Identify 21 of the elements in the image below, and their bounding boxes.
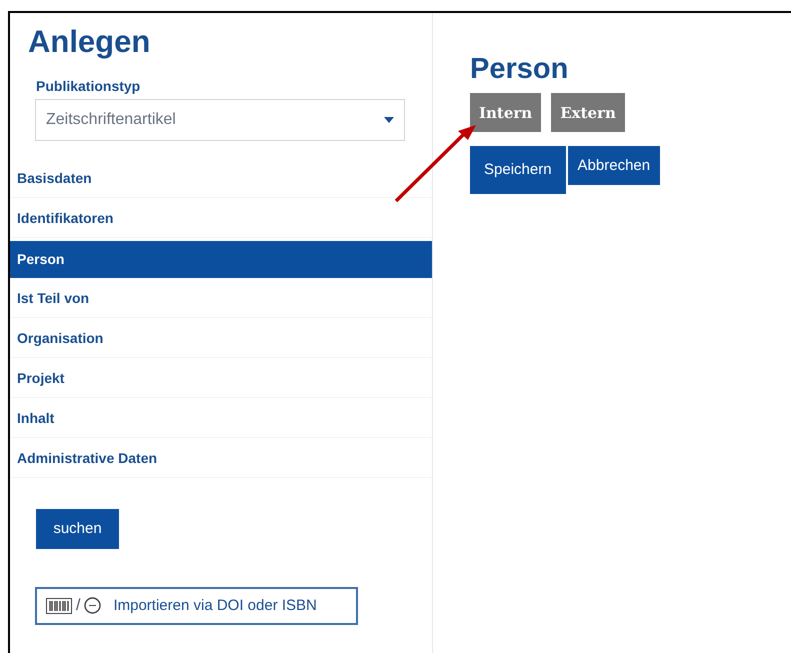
sidebar-item[interactable]: Inhalt [10,400,432,438]
search-button[interactable]: suchen [36,508,119,549]
publication-type-dropdown[interactable]: Zeitschriftenartikel [35,98,405,141]
section-title: Person [470,52,570,87]
sidebar-item[interactable]: Ist Teil von [10,280,432,318]
cancel-button[interactable]: Abbrechen [568,146,660,186]
sidebar-item[interactable]: Administrative Daten [10,440,432,478]
page-title: Anlegen [28,23,152,61]
type-button[interactable]: Extern [551,93,625,132]
circle-icon [84,597,102,614]
caret-icon [384,116,394,123]
barcode-icon [46,598,72,614]
sidebar-item[interactable]: Person [10,240,432,278]
sidebar-item[interactable]: Basisdaten [10,160,432,198]
sidebar-item[interactable]: Organisation [10,320,432,358]
sidebar-item[interactable]: Projekt [10,360,432,398]
sidebar-item[interactable]: Identifikatoren [10,200,432,238]
save-button[interactable]: Speichern [470,146,566,194]
type-button[interactable]: Intern [470,93,542,132]
import-button[interactable]: / Importieren via DOI oder ISBN [35,586,358,625]
field-label: Publikationstyp [36,76,142,96]
